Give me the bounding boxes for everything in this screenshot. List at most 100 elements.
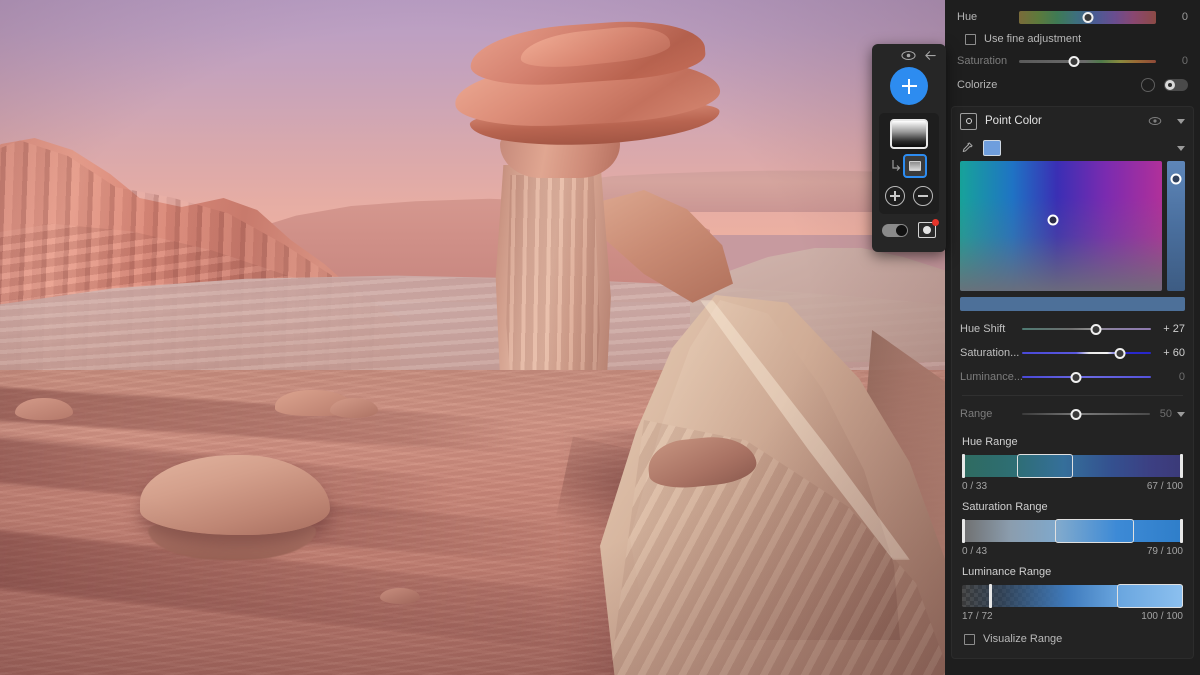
add-to-mask-button[interactable] (885, 186, 905, 206)
color-picker-cursor[interactable] (1047, 214, 1058, 225)
arrow-left-icon[interactable] (922, 47, 938, 63)
gradient-mask-thumbnail[interactable] (890, 119, 928, 149)
hue-range-labels: 0 / 33 67 / 100 (962, 481, 1183, 492)
mask-overlay-toggle[interactable] (882, 224, 908, 237)
saturation-slider[interactable] (1019, 54, 1156, 68)
hue-range-left-handle[interactable] (962, 454, 965, 478)
colorize-toggle-knob (1165, 80, 1175, 90)
chevron-down-icon[interactable] (1177, 119, 1185, 124)
selected-color-swatch[interactable] (983, 140, 1001, 156)
tree-elbow-icon (891, 159, 901, 173)
camera-icon[interactable] (918, 222, 936, 238)
saturation-value-field[interactable] (960, 161, 1162, 291)
hue-range-right-label: 67 / 100 (1147, 481, 1183, 492)
saturation-range-left-handle[interactable] (962, 519, 965, 543)
colorize-toggle[interactable] (1164, 79, 1188, 91)
color-picker-area (952, 161, 1193, 291)
range-row: Range 50 (952, 402, 1193, 426)
toolbar-bottom-row (872, 214, 946, 238)
hue-strip-cursor[interactable] (1171, 174, 1182, 185)
eye-icon[interactable] (900, 47, 916, 63)
fine-adjustment-row[interactable]: Use fine adjustment (945, 28, 1200, 50)
color-picker-row (952, 135, 1193, 161)
color-dropdown-chevron-icon[interactable] (1177, 146, 1185, 151)
colorize-controls (1141, 78, 1188, 92)
hue-range-left-label: 0 / 33 (962, 481, 987, 492)
luminance-range-labels: 17 / 72 100 / 100 (962, 611, 1183, 622)
hue-label: Hue (957, 11, 1019, 23)
hue-shift-knob[interactable] (1090, 324, 1101, 335)
point-color-card: Point Color (951, 106, 1194, 659)
hue-range-title: Hue Range (962, 436, 1183, 448)
plus-icon-vertical (908, 79, 910, 94)
fine-adjustment-checkbox[interactable] (965, 34, 976, 45)
mask-add-remove-row (885, 186, 933, 206)
hue-slider-knob[interactable] (1082, 12, 1093, 23)
add-mask-wrap (872, 67, 946, 105)
hue-range-block: Hue Range 0 / 33 67 / 100 (952, 436, 1193, 492)
hue-shift-row: Hue Shift + 27 (952, 317, 1193, 341)
vignette (0, 0, 945, 675)
luminance-range-title: Luminance Range (962, 566, 1183, 578)
luminance-range-bar[interactable] (962, 585, 1183, 607)
hue-range-bar[interactable] (962, 455, 1183, 477)
mask-stack (879, 113, 939, 214)
colorize-row: Colorize (945, 72, 1200, 98)
saturation-range-bar[interactable] (962, 520, 1183, 542)
resulting-color-bar (960, 297, 1185, 311)
color-grading-panel: Hue 0 Use fine adjustment Saturation 0 C… (945, 0, 1200, 675)
point-saturation-label: Saturation... (960, 347, 1022, 359)
saturation-row: Saturation 0 (945, 50, 1200, 72)
eye-icon[interactable] (1148, 114, 1162, 128)
hue-slider[interactable] (1019, 10, 1156, 24)
range-chevron-down-icon[interactable] (1177, 412, 1185, 417)
notification-badge (932, 219, 939, 226)
hue-shift-slider[interactable] (1022, 322, 1151, 336)
app-root: Hue 0 Use fine adjustment Saturation 0 C… (0, 0, 1200, 675)
mask-layer-thumbnail[interactable] (903, 154, 927, 178)
point-saturation-row: Saturation... + 60 (952, 341, 1193, 365)
hue-shift-track (1022, 328, 1151, 331)
mask-layer-icon (909, 161, 921, 171)
point-color-title: Point Color (985, 115, 1140, 127)
saturation-range-title: Saturation Range (962, 501, 1183, 513)
point-color-header[interactable]: Point Color (952, 107, 1193, 135)
mask-floating-toolbar[interactable] (872, 44, 946, 252)
hue-shift-value: + 27 (1151, 323, 1185, 335)
point-luminance-knob[interactable] (1071, 372, 1082, 383)
saturation-range-right-handle[interactable] (1180, 519, 1183, 543)
subtract-from-mask-button[interactable] (913, 186, 933, 206)
luminance-range-selection[interactable] (1117, 584, 1183, 608)
point-luminance-row: Luminance... 0 (952, 365, 1193, 389)
range-knob[interactable] (1070, 409, 1081, 420)
point-saturation-knob[interactable] (1115, 348, 1126, 359)
saturation-range-left-label: 0 / 43 (962, 546, 987, 557)
luminance-range-left-handle[interactable] (989, 584, 992, 608)
visualize-range-checkbox[interactable] (964, 634, 975, 645)
photo-canvas[interactable] (0, 0, 945, 675)
point-luminance-slider[interactable] (1022, 370, 1151, 384)
hue-value: 0 (1156, 11, 1188, 23)
hue-range-selection[interactable] (1017, 454, 1072, 478)
hue-range-right-handle[interactable] (1180, 454, 1183, 478)
colorize-swatch[interactable] (1141, 78, 1155, 92)
toolbar-top-row (872, 44, 946, 66)
fine-adjustment-label: Use fine adjustment (984, 33, 1081, 45)
range-value: 50 (1150, 408, 1172, 420)
point-luminance-value: 0 (1151, 371, 1185, 383)
add-mask-button[interactable] (890, 67, 928, 105)
range-slider[interactable] (1022, 407, 1150, 421)
saturation-range-selection[interactable] (1055, 519, 1135, 543)
point-luminance-track (1022, 376, 1151, 379)
visualize-range-row[interactable]: Visualize Range (952, 628, 1193, 650)
point-color-icon (960, 113, 977, 130)
toggle-knob (896, 225, 907, 236)
point-saturation-slider[interactable] (1022, 346, 1151, 360)
eyedropper-icon[interactable] (960, 141, 974, 155)
range-track (1022, 413, 1150, 416)
hue-strip[interactable] (1167, 161, 1185, 291)
saturation-slider-knob[interactable] (1068, 56, 1079, 67)
luminance-range-left-label: 17 / 72 (962, 611, 993, 622)
range-label: Range (960, 408, 1022, 420)
point-saturation-track (1022, 352, 1151, 355)
